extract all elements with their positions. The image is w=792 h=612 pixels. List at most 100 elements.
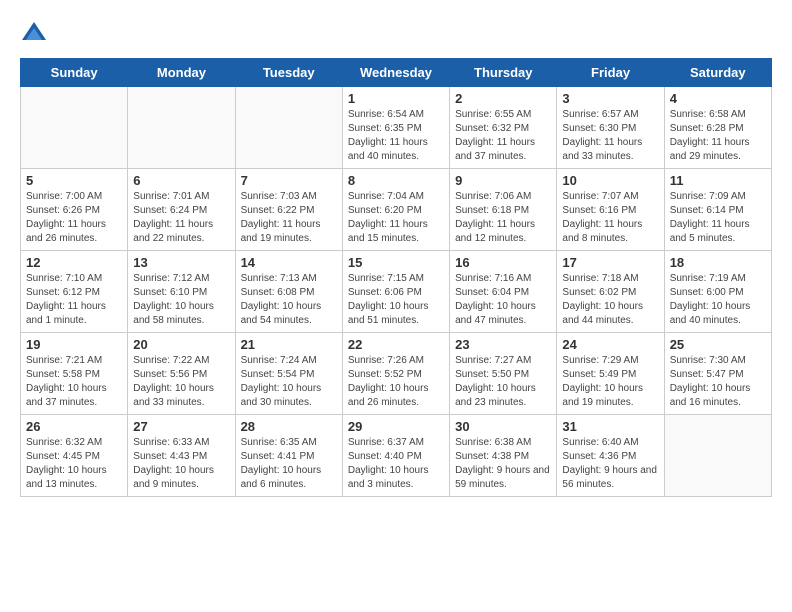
day-info: Sunrise: 6:54 AM Sunset: 6:35 PM Dayligh… — [348, 108, 444, 164]
day-number: 26 — [26, 419, 122, 434]
day-info: Sunrise: 6:37 AM Sunset: 4:40 PM Dayligh… — [348, 436, 444, 492]
day-info: Sunrise: 6:40 AM Sunset: 4:36 PM Dayligh… — [562, 436, 658, 492]
logo-icon — [20, 20, 48, 48]
day-header-saturday: Saturday — [664, 59, 771, 87]
day-info: Sunrise: 7:15 AM Sunset: 6:06 PM Dayligh… — [348, 272, 444, 328]
day-number: 15 — [348, 255, 444, 270]
day-info: Sunrise: 7:26 AM Sunset: 5:52 PM Dayligh… — [348, 354, 444, 410]
day-info: Sunrise: 7:07 AM Sunset: 6:16 PM Dayligh… — [562, 190, 658, 246]
calendar-cell: 12 Sunrise: 7:10 AM Sunset: 6:12 PM Dayli… — [21, 251, 128, 333]
day-number: 8 — [348, 173, 444, 188]
calendar-cell: 10 Sunrise: 7:07 AM Sunset: 6:16 PM Dayli… — [557, 169, 664, 251]
calendar-cell: 19 Sunrise: 7:21 AM Sunset: 5:58 PM Dayli… — [21, 333, 128, 415]
day-info: Sunrise: 6:55 AM Sunset: 6:32 PM Dayligh… — [455, 108, 551, 164]
day-info: Sunrise: 7:16 AM Sunset: 6:04 PM Dayligh… — [455, 272, 551, 328]
day-number: 20 — [133, 337, 229, 352]
day-header-wednesday: Wednesday — [342, 59, 449, 87]
day-info: Sunrise: 6:32 AM Sunset: 4:45 PM Dayligh… — [26, 436, 122, 492]
day-header-friday: Friday — [557, 59, 664, 87]
calendar-cell: 26 Sunrise: 6:32 AM Sunset: 4:45 PM Dayli… — [21, 415, 128, 497]
day-number: 14 — [241, 255, 337, 270]
day-number: 12 — [26, 255, 122, 270]
day-info: Sunrise: 6:58 AM Sunset: 6:28 PM Dayligh… — [670, 108, 766, 164]
day-header-thursday: Thursday — [450, 59, 557, 87]
calendar-week-2: 12 Sunrise: 7:10 AM Sunset: 6:12 PM Dayli… — [21, 251, 772, 333]
day-number: 23 — [455, 337, 551, 352]
day-number: 6 — [133, 173, 229, 188]
calendar-cell: 11 Sunrise: 7:09 AM Sunset: 6:14 PM Dayli… — [664, 169, 771, 251]
calendar-cell: 17 Sunrise: 7:18 AM Sunset: 6:02 PM Dayli… — [557, 251, 664, 333]
calendar-cell: 6 Sunrise: 7:01 AM Sunset: 6:24 PM Daylig… — [128, 169, 235, 251]
calendar-cell: 24 Sunrise: 7:29 AM Sunset: 5:49 PM Dayli… — [557, 333, 664, 415]
calendar-cell: 8 Sunrise: 7:04 AM Sunset: 6:20 PM Daylig… — [342, 169, 449, 251]
calendar-cell: 14 Sunrise: 7:13 AM Sunset: 6:08 PM Dayli… — [235, 251, 342, 333]
day-info: Sunrise: 7:09 AM Sunset: 6:14 PM Dayligh… — [670, 190, 766, 246]
day-number: 28 — [241, 419, 337, 434]
calendar-cell: 13Sunrise: 7:12 AM Sunset: 6:10 PM Dayli… — [128, 251, 235, 333]
day-header-tuesday: Tuesday — [235, 59, 342, 87]
day-number: 10 — [562, 173, 658, 188]
calendar-cell: 21 Sunrise: 7:24 AM Sunset: 5:54 PM Dayli… — [235, 333, 342, 415]
day-info: Sunrise: 7:29 AM Sunset: 5:49 PM Dayligh… — [562, 354, 658, 410]
day-number: 29 — [348, 419, 444, 434]
day-info: Sunrise: 7:18 AM Sunset: 6:02 PM Dayligh… — [562, 272, 658, 328]
day-number: 24 — [562, 337, 658, 352]
calendar-cell — [235, 87, 342, 169]
day-info: Sunrise: 7:04 AM Sunset: 6:20 PM Dayligh… — [348, 190, 444, 246]
day-number: 5 — [26, 173, 122, 188]
calendar-cell — [21, 87, 128, 169]
day-info: Sunrise: 7:00 AM Sunset: 6:26 PM Dayligh… — [26, 190, 122, 246]
day-info: Sunrise: 7:24 AM Sunset: 5:54 PM Dayligh… — [241, 354, 337, 410]
calendar-cell: 5 Sunrise: 7:00 AM Sunset: 6:26 PM Daylig… — [21, 169, 128, 251]
calendar-cell: 2Sunrise: 6:55 AM Sunset: 6:32 PM Daylig… — [450, 87, 557, 169]
day-number: 16 — [455, 255, 551, 270]
calendar-cell: 1 Sunrise: 6:54 AM Sunset: 6:35 PM Daylig… — [342, 87, 449, 169]
day-info: Sunrise: 7:27 AM Sunset: 5:50 PM Dayligh… — [455, 354, 551, 410]
calendar-cell: 18 Sunrise: 7:19 AM Sunset: 6:00 PM Dayli… — [664, 251, 771, 333]
calendar-cell: 7 Sunrise: 7:03 AM Sunset: 6:22 PM Daylig… — [235, 169, 342, 251]
calendar-cell: 27 Sunrise: 6:33 AM Sunset: 4:43 PM Dayli… — [128, 415, 235, 497]
day-header-sunday: Sunday — [21, 59, 128, 87]
calendar-week-0: 1 Sunrise: 6:54 AM Sunset: 6:35 PM Daylig… — [21, 87, 772, 169]
day-number: 11 — [670, 173, 766, 188]
day-info: Sunrise: 6:33 AM Sunset: 4:43 PM Dayligh… — [133, 436, 229, 492]
calendar-cell: 15 Sunrise: 7:15 AM Sunset: 6:06 PM Dayli… — [342, 251, 449, 333]
calendar-header-row: SundayMondayTuesdayWednesdayThursdayFrid… — [21, 59, 772, 87]
day-number: 4 — [670, 91, 766, 106]
calendar: SundayMondayTuesdayWednesdayThursdayFrid… — [20, 58, 772, 497]
day-info: Sunrise: 7:22 AM Sunset: 5:56 PM Dayligh… — [133, 354, 229, 410]
calendar-cell — [664, 415, 771, 497]
day-info: Sunrise: 7:12 AM Sunset: 6:10 PM Dayligh… — [133, 272, 229, 328]
day-info: Sunrise: 6:38 AM Sunset: 4:38 PM Dayligh… — [455, 436, 551, 492]
calendar-cell: 20 Sunrise: 7:22 AM Sunset: 5:56 PM Dayli… — [128, 333, 235, 415]
day-number: 19 — [26, 337, 122, 352]
day-info: Sunrise: 7:19 AM Sunset: 6:00 PM Dayligh… — [670, 272, 766, 328]
day-number: 17 — [562, 255, 658, 270]
calendar-week-4: 26 Sunrise: 6:32 AM Sunset: 4:45 PM Dayli… — [21, 415, 772, 497]
calendar-cell: 23 Sunrise: 7:27 AM Sunset: 5:50 PM Dayli… — [450, 333, 557, 415]
day-number: 18 — [670, 255, 766, 270]
day-number: 31 — [562, 419, 658, 434]
day-info: Sunrise: 7:01 AM Sunset: 6:24 PM Dayligh… — [133, 190, 229, 246]
day-info: Sunrise: 7:10 AM Sunset: 6:12 PM Dayligh… — [26, 272, 122, 328]
calendar-cell: 31 Sunrise: 6:40 AM Sunset: 4:36 PM Dayli… — [557, 415, 664, 497]
day-number: 25 — [670, 337, 766, 352]
day-number: 27 — [133, 419, 229, 434]
day-info: Sunrise: 6:57 AM Sunset: 6:30 PM Dayligh… — [562, 108, 658, 164]
calendar-cell: 16 Sunrise: 7:16 AM Sunset: 6:04 PM Dayli… — [450, 251, 557, 333]
calendar-week-1: 5 Sunrise: 7:00 AM Sunset: 6:26 PM Daylig… — [21, 169, 772, 251]
day-header-monday: Monday — [128, 59, 235, 87]
calendar-cell: 4 Sunrise: 6:58 AM Sunset: 6:28 PM Daylig… — [664, 87, 771, 169]
calendar-cell: 25Sunrise: 7:30 AM Sunset: 5:47 PM Dayli… — [664, 333, 771, 415]
day-number: 30 — [455, 419, 551, 434]
day-info: Sunrise: 7:03 AM Sunset: 6:22 PM Dayligh… — [241, 190, 337, 246]
day-number: 1 — [348, 91, 444, 106]
day-number: 22 — [348, 337, 444, 352]
calendar-cell — [128, 87, 235, 169]
day-number: 21 — [241, 337, 337, 352]
calendar-week-3: 19 Sunrise: 7:21 AM Sunset: 5:58 PM Dayli… — [21, 333, 772, 415]
day-info: Sunrise: 7:21 AM Sunset: 5:58 PM Dayligh… — [26, 354, 122, 410]
day-number: 9 — [455, 173, 551, 188]
day-info: Sunrise: 7:13 AM Sunset: 6:08 PM Dayligh… — [241, 272, 337, 328]
day-number: 7 — [241, 173, 337, 188]
